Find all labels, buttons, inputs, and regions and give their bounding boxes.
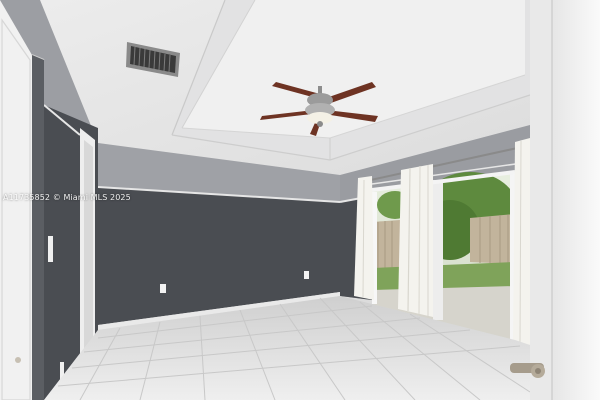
room-photo: A11735852 © Miami MLS 2025 — [0, 0, 600, 400]
mls-watermark: A11735852 © Miami MLS 2025 — [3, 193, 131, 202]
curtain-right — [513, 138, 530, 345]
curtain-middle — [398, 164, 433, 317]
door-knob-icon — [15, 357, 21, 363]
light-switch-icon — [48, 236, 53, 262]
outlet-icon — [160, 284, 166, 293]
outlet-icon — [304, 271, 309, 279]
